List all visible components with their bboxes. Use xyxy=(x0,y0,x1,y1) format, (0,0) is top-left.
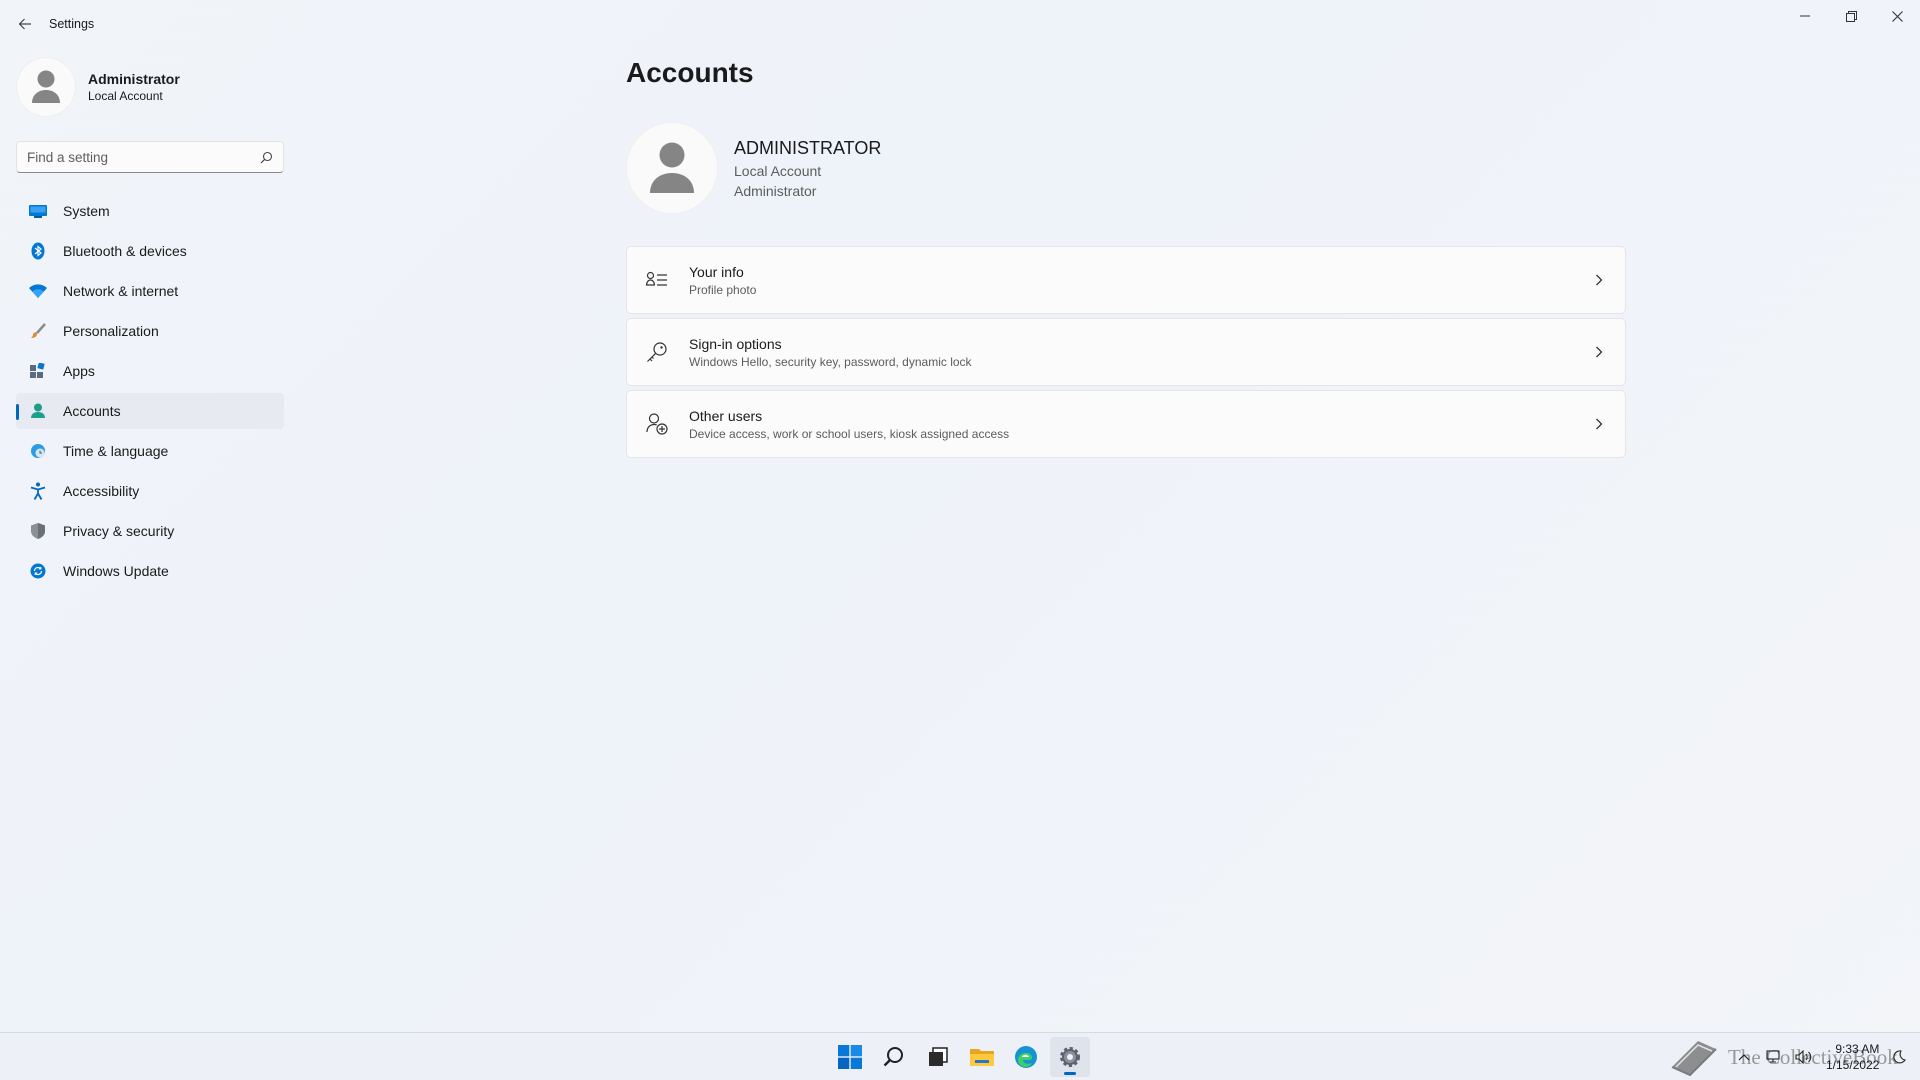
back-button[interactable] xyxy=(14,12,36,36)
sidebar-item-label: Apps xyxy=(63,363,95,379)
taskbar-apps xyxy=(830,1037,1094,1077)
clock-date: 1/15/2022 xyxy=(1826,1058,1880,1072)
sidebar-item-privacy[interactable]: Privacy & security xyxy=(16,513,284,549)
row-title: Sign-in options xyxy=(689,335,782,352)
sidebar-item-label: Privacy & security xyxy=(63,523,175,539)
sidebar-item-label: Windows Update xyxy=(63,563,169,579)
profile-name: Administrator xyxy=(88,71,180,87)
bluetooth-icon xyxy=(28,241,48,261)
account-avatar xyxy=(626,122,718,214)
close-icon xyxy=(1891,10,1903,22)
add-user-icon xyxy=(645,412,669,436)
sidebar-item-accounts[interactable]: Accounts xyxy=(16,393,284,429)
account-type: Local Account xyxy=(734,162,822,179)
search-box xyxy=(16,141,284,173)
account-summary: ADMINISTRATOR Local Account Administrato… xyxy=(626,122,881,214)
globe-clock-icon xyxy=(28,441,48,461)
sidebar-item-windows-update[interactable]: Windows Update xyxy=(16,553,284,589)
task-view-button[interactable] xyxy=(918,1037,958,1077)
profile-account-type: Local Account xyxy=(88,89,163,103)
taskbar: The CollectiveBook 9:33 AM 1/15/2022 xyxy=(0,1032,1920,1080)
sidebar-item-personalization[interactable]: Personalization xyxy=(16,313,284,349)
window-controls xyxy=(1782,0,1920,32)
sidebar-item-label: Accounts xyxy=(63,403,121,419)
sidebar-item-system[interactable]: System xyxy=(16,193,284,229)
row-title: Your info xyxy=(689,263,744,280)
chevron-up-icon[interactable] xyxy=(1732,1045,1756,1069)
user-silhouette-icon xyxy=(650,142,694,193)
sidebar-item-label: System xyxy=(63,203,110,219)
row-subtitle: Profile photo xyxy=(689,282,757,297)
chevron-right-icon xyxy=(1589,342,1609,362)
search-icon xyxy=(883,1047,903,1067)
account-role: Administrator xyxy=(734,182,817,199)
file-explorer-icon xyxy=(970,1049,994,1066)
sidebar-item-label: Time & language xyxy=(63,443,169,459)
file-explorer-button[interactable] xyxy=(962,1037,1002,1077)
shield-icon xyxy=(28,521,48,541)
person-icon xyxy=(28,401,48,421)
avatar xyxy=(16,57,76,117)
chevron-right-icon xyxy=(1589,270,1609,290)
user-silhouette-icon xyxy=(32,70,60,103)
apps-icon xyxy=(28,361,48,381)
taskbar-search-button[interactable] xyxy=(874,1037,914,1077)
your-info-row[interactable]: Your info Profile photo xyxy=(626,246,1626,314)
app-title: Settings xyxy=(49,17,95,31)
network-icon[interactable] xyxy=(1762,1045,1786,1069)
sidebar-item-apps[interactable]: Apps xyxy=(16,353,284,389)
row-subtitle: Device access, work or school users, kio… xyxy=(689,426,1010,441)
settings-taskbar-button[interactable] xyxy=(1050,1037,1090,1077)
key-icon xyxy=(645,340,669,364)
wifi-icon xyxy=(28,281,48,301)
restore-button[interactable] xyxy=(1828,0,1874,32)
row-subtitle: Windows Hello, security key, password, d… xyxy=(689,354,972,369)
start-button[interactable] xyxy=(830,1037,870,1077)
sign-in-options-row[interactable]: Sign-in options Windows Hello, security … xyxy=(626,318,1626,386)
book-logo-icon xyxy=(1671,1041,1717,1077)
windows-start-icon xyxy=(838,1045,862,1069)
title-bar: Settings xyxy=(0,0,1920,48)
accessibility-icon xyxy=(28,481,48,501)
clock[interactable]: 9:33 AM 1/15/2022 xyxy=(1826,1041,1879,1073)
edge-icon xyxy=(1015,1046,1037,1068)
settings-gear-icon xyxy=(1060,1047,1080,1067)
monitor-icon xyxy=(28,201,48,221)
sidebar-item-label: Bluetooth & devices xyxy=(63,243,187,259)
sidebar-item-bluetooth[interactable]: Bluetooth & devices xyxy=(16,233,284,269)
row-title: Other users xyxy=(689,407,763,424)
sidebar-item-network[interactable]: Network & internet xyxy=(16,273,284,309)
task-view-icon xyxy=(929,1047,948,1066)
user-profile[interactable]: Administrator Local Account xyxy=(16,57,180,117)
back-arrow-icon xyxy=(18,18,31,30)
sidebar-item-accessibility[interactable]: Accessibility xyxy=(16,473,284,509)
minimize-icon xyxy=(1800,15,1810,17)
contact-card-icon xyxy=(645,268,669,292)
sidebar-item-label: Network & internet xyxy=(63,283,179,299)
brush-icon xyxy=(28,321,48,341)
search-input[interactable] xyxy=(27,149,260,165)
page-title: Accounts xyxy=(626,57,754,88)
nav-list: System Bluetooth & devices Network & int… xyxy=(16,193,284,593)
search-icon[interactable] xyxy=(260,151,273,164)
sidebar-item-label: Accessibility xyxy=(63,483,140,499)
minimize-button[interactable] xyxy=(1782,0,1828,32)
chevron-right-icon xyxy=(1589,414,1609,434)
update-icon xyxy=(28,561,48,581)
restore-icon xyxy=(1845,10,1857,22)
edge-button[interactable] xyxy=(1006,1037,1046,1077)
sidebar-item-label: Personalization xyxy=(63,323,159,339)
close-button[interactable] xyxy=(1874,0,1920,32)
volume-icon[interactable] xyxy=(1792,1045,1816,1069)
sidebar-item-time-language[interactable]: Time & language xyxy=(16,433,284,469)
account-name: ADMINISTRATOR xyxy=(734,137,882,158)
notifications-moon-icon[interactable] xyxy=(1887,1045,1911,1069)
other-users-row[interactable]: Other users Device access, work or schoo… xyxy=(626,390,1626,458)
system-tray: 9:33 AM 1/15/2022 xyxy=(1732,1033,1917,1080)
clock-time: 9:33 AM xyxy=(1835,1042,1880,1056)
